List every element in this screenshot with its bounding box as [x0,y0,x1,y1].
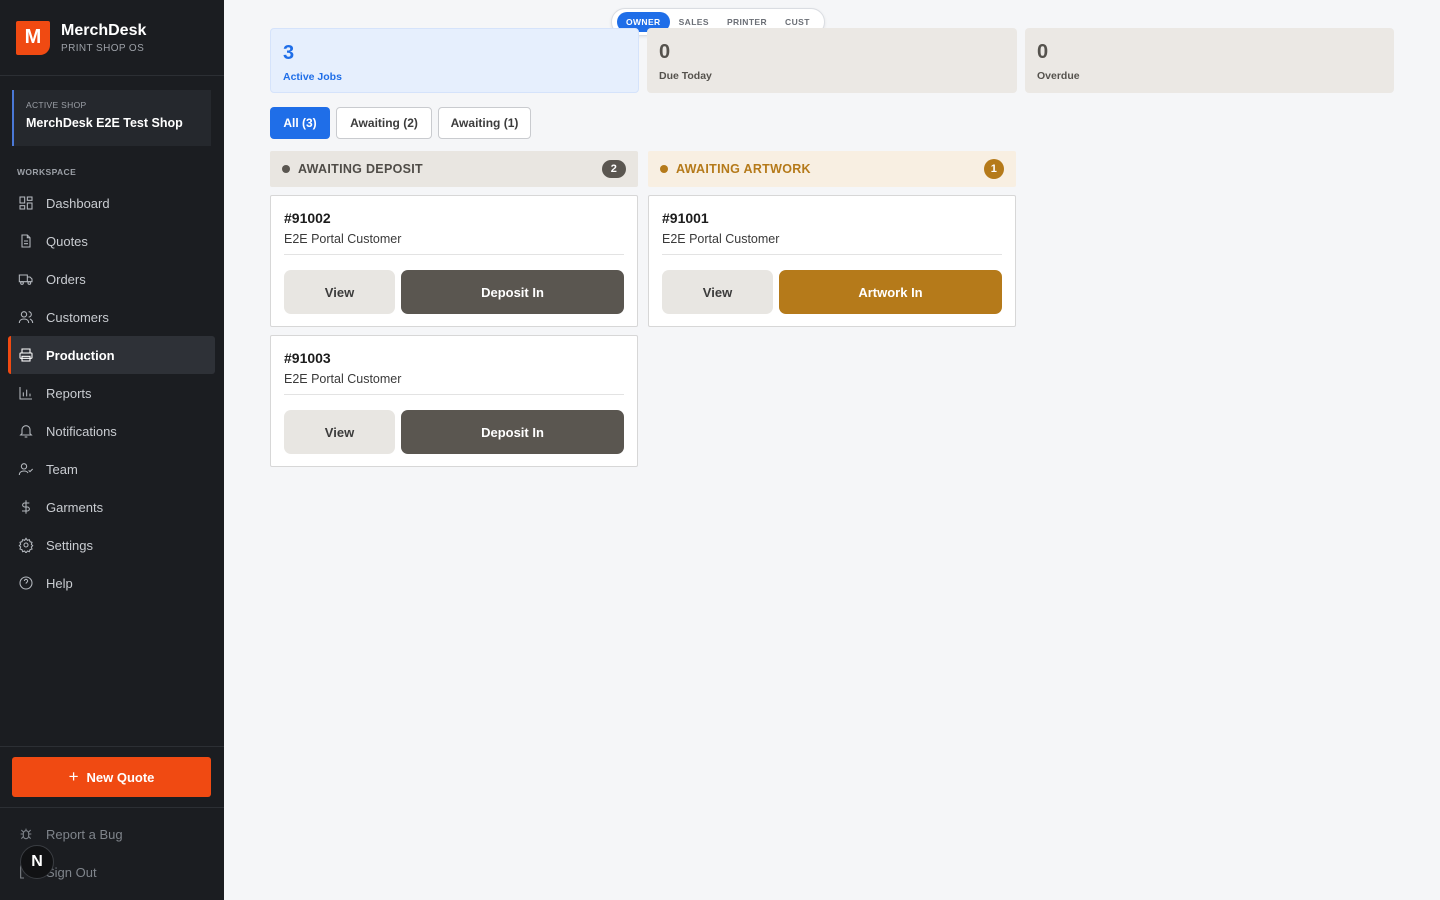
job-number: #91001 [662,210,709,226]
column-count-badge: 2 [602,160,626,178]
sidebar-item-customers[interactable]: Customers [8,298,215,336]
sidebar-item-label: Garments [46,499,104,515]
job-customer: E2E Portal Customer [662,232,780,246]
stat-value: 0 [659,41,671,63]
card-divider [284,394,624,395]
brand[interactable]: M MerchDesk PRINT SHOP OS [0,0,224,76]
sidebar-item-settings[interactable]: Settings [8,526,215,564]
job-number: #91002 [284,210,331,226]
bug-icon [20,828,32,840]
sidebar-item-label: Orders [46,271,86,287]
truck-icon [18,271,34,287]
sidebar-item-team[interactable]: Team [8,450,215,488]
sidebar-item-dashboard[interactable]: Dashboard [8,184,215,222]
view-button[interactable]: View [284,270,395,314]
column-count-badge: 1 [984,159,1004,179]
active-shop-label: ACTIVE SHOP [26,100,87,110]
printer-icon [18,347,34,363]
brand-subtitle: PRINT SHOP OS [61,42,145,54]
artwork-in-button[interactable]: Artwork In [779,270,1002,314]
brand-logo: M [16,20,50,55]
sidebar-item-label: Team [46,461,78,477]
document-icon [18,233,34,249]
sidebar-item-label: Dashboard [46,195,110,211]
sidebar-item-label: Customers [46,309,109,325]
stat-value: 3 [283,42,295,64]
view-button[interactable]: View [284,410,395,454]
status-dot [660,165,668,173]
job-number: #91003 [284,350,331,366]
sidebar-item-label: Notifications [46,423,117,439]
job-customer: E2E Portal Customer [284,232,402,246]
bell-icon [18,423,34,439]
sidebar: M MerchDesk PRINT SHOP OS ACTIVE SHOP Me… [0,0,224,900]
sidebar-divider [0,746,224,747]
sidebar-item-garments[interactable]: Garments [8,488,215,526]
deposit-in-button[interactable]: Deposit In [401,270,624,314]
sidebar-item-label: Reports [46,385,92,401]
user-check-icon [18,461,34,477]
job-card[interactable]: #91003 E2E Portal Customer View Deposit … [270,335,638,467]
job-card[interactable]: #91002 E2E Portal Customer View Deposit … [270,195,638,327]
sidebar-item-notifications[interactable]: Notifications [8,412,215,450]
column-title: AWAITING ARTWORK [676,162,811,176]
sidebar-item-reports[interactable]: Reports [8,374,215,412]
dashboard-icon [18,195,34,211]
sidebar-item-production[interactable]: Production [8,336,215,374]
sidebar-item-label: Production [46,347,115,363]
sidebar-item-help[interactable]: Help [8,564,215,602]
card-divider [662,254,1002,255]
stat-overdue[interactable]: 0 Overdue [1025,28,1394,93]
status-dot [282,165,290,173]
stat-label: Overdue [1037,70,1080,82]
stat-label: Due Today [659,70,712,82]
active-shop-selector[interactable]: ACTIVE SHOP MerchDesk E2E Test Shop [12,90,211,146]
filter-awaiting-deposit[interactable]: Awaiting (2) [336,107,432,139]
card-divider [284,254,624,255]
sidebar-item-quotes[interactable]: Quotes [8,222,215,260]
view-button[interactable]: View [662,270,773,314]
stat-active-jobs[interactable]: 3 Active Jobs [270,28,639,93]
report-bug-link[interactable]: Report a Bug [18,826,123,842]
stat-label: Active Jobs [283,71,342,83]
column-title: AWAITING DEPOSIT [298,162,423,176]
filter-all[interactable]: All (3) [270,107,330,139]
column-header-awaiting-deposit: AWAITING DEPOSIT 2 [270,151,638,187]
job-card[interactable]: #91001 E2E Portal Customer View Artwork … [648,195,1016,327]
stat-value: 0 [1037,41,1049,63]
gear-icon [18,537,34,553]
job-customer: E2E Portal Customer [284,372,402,386]
sidebar-item-label: Settings [46,537,93,553]
sidebar-divider [0,807,224,808]
plus-icon: + [68,767,79,786]
column-header-awaiting-artwork: AWAITING ARTWORK 1 [648,151,1016,187]
brand-name: MerchDesk [61,21,147,39]
sidebar-item-orders[interactable]: Orders [8,260,215,298]
sidebar-nav: Dashboard Quotes Orders Customers Produc… [8,184,215,602]
active-shop-name: MerchDesk E2E Test Shop [26,116,183,130]
bar-chart-icon [18,385,34,401]
dollar-icon [18,499,34,515]
sidebar-item-label: Help [46,575,73,591]
workspace-section-label: WORKSPACE [17,167,77,177]
new-quote-button[interactable]: + New Quote [12,757,211,797]
filter-awaiting-artwork[interactable]: Awaiting (1) [438,107,531,139]
stat-due-today[interactable]: 0 Due Today [647,28,1017,93]
users-icon [18,309,34,325]
dev-tools-badge[interactable]: N [20,845,54,879]
deposit-in-button[interactable]: Deposit In [401,410,624,454]
sidebar-item-label: Quotes [46,233,88,249]
help-circle-icon [18,575,34,591]
